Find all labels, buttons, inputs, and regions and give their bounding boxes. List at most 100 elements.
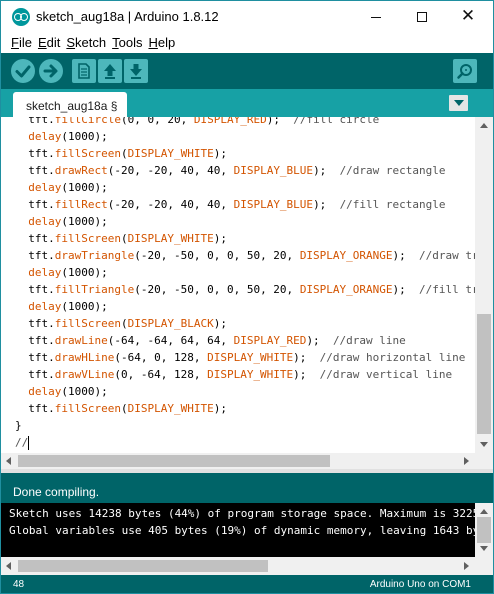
- new-sketch-button[interactable]: [72, 59, 96, 83]
- upload-arrow-icon: [43, 64, 58, 78]
- code-punctuation: );: [313, 198, 340, 211]
- minimize-button[interactable]: [353, 1, 399, 33]
- code-constant: DISPLAY_BLUE: [233, 164, 314, 177]
- code-function: delay: [28, 300, 62, 313]
- output-console[interactable]: Sketch uses 14238 bytes (44%) of program…: [1, 503, 475, 557]
- menu-tools-label: ools: [118, 35, 143, 50]
- magnifier-icon: [457, 64, 472, 79]
- code-object: tft.: [28, 164, 55, 177]
- tab-menu-dropdown-button[interactable]: [449, 95, 468, 111]
- code-line: tft.fillTriangle(-20, -50, 0, 0, 50, 20,…: [1, 281, 475, 298]
- editor-horizontal-scrollbar[interactable]: [1, 453, 475, 469]
- menu-help-mnemonic: H: [148, 35, 158, 50]
- menu-file[interactable]: File: [1, 33, 36, 53]
- editor-vertical-scroll-thumb[interactable]: [477, 314, 491, 434]
- code-object: tft.: [28, 334, 55, 347]
- scroll-down-arrow-icon[interactable]: [480, 546, 488, 551]
- code-constant: DISPLAY_RED: [233, 334, 307, 347]
- code-line: delay(1000);: [1, 264, 475, 281]
- tab-marker: §: [110, 99, 118, 113]
- code-punctuation: );: [306, 334, 333, 347]
- code-function: delay: [28, 385, 62, 398]
- console-vertical-scrollbar[interactable]: [475, 503, 493, 557]
- code-comment: //fill circle: [293, 117, 380, 126]
- menu-edit[interactable]: Edit: [38, 33, 64, 53]
- code-punctuation: );: [266, 117, 294, 126]
- code-line: delay(1000);: [1, 128, 475, 145]
- serial-monitor-button[interactable]: [453, 59, 477, 83]
- console-horizontal-scroll-thumb[interactable]: [18, 560, 268, 572]
- menu-edit-label: dit: [46, 35, 61, 50]
- scroll-right-arrow-icon[interactable]: [464, 457, 469, 465]
- code-arguments: (0, 0, 20,: [120, 117, 194, 126]
- code-function: fillScreen: [54, 402, 121, 415]
- code-function: fillCircle: [54, 117, 121, 126]
- scroll-up-arrow-icon[interactable]: [480, 123, 488, 128]
- editor-scroll-corner: [475, 453, 493, 469]
- menu-tools[interactable]: Tools: [112, 33, 146, 53]
- toolbar: [1, 53, 493, 89]
- line-number: 48: [13, 579, 25, 590]
- editor-vertical-scrollbar[interactable]: [475, 117, 493, 453]
- code-punctuation: );: [392, 283, 420, 296]
- code-line: tft.fillScreen(DISPLAY_WHITE);: [1, 400, 475, 417]
- upload-button[interactable]: [39, 59, 63, 83]
- maximize-button[interactable]: [399, 1, 445, 33]
- menu-file-label: ile: [18, 35, 32, 50]
- console-horizontal-scrollbar[interactable]: [1, 557, 475, 575]
- code-arguments: (1000);: [61, 181, 108, 194]
- board-port-info: Arduino Uno on COM1: [369, 579, 471, 590]
- tab-sketch[interactable]: sketch_aug18a §: [13, 92, 127, 117]
- code-constant: DISPLAY_WHITE: [207, 351, 294, 364]
- code-arguments: (0, -64, 128,: [114, 368, 208, 381]
- code-arguments: (-20, -20, 40, 40,: [107, 164, 234, 177]
- arduino-logo-icon: [12, 8, 30, 26]
- code-arguments: (1000);: [61, 266, 108, 279]
- code-arguments: (1000);: [61, 300, 108, 313]
- code-line: tft.drawRect(-20, -20, 40, 40, DISPLAY_B…: [1, 162, 475, 179]
- text-cursor: [28, 436, 30, 450]
- console-scroll-corner: [475, 557, 493, 575]
- scroll-left-arrow-icon[interactable]: [6, 562, 11, 570]
- code-line: }: [1, 417, 475, 434]
- code-punctuation: );: [213, 317, 227, 330]
- code-line: tft.fillRect(-20, -20, 40, 40, DISPLAY_B…: [1, 196, 475, 213]
- scroll-down-arrow-icon[interactable]: [480, 442, 488, 447]
- open-sketch-button[interactable]: [98, 59, 122, 83]
- menu-help[interactable]: Help: [148, 33, 179, 53]
- code-arguments: (-64, 0, 128,: [114, 351, 208, 364]
- close-button[interactable]: ✕: [445, 1, 491, 33]
- code-arguments: (: [120, 147, 128, 160]
- message-bar-divider[interactable]: [1, 469, 493, 473]
- code-function: drawTriangle: [54, 249, 135, 262]
- code-constant: DISPLAY_BLACK: [127, 317, 214, 330]
- code-function: fillScreen: [54, 232, 121, 245]
- verify-button[interactable]: [11, 59, 35, 83]
- code-function: delay: [28, 181, 62, 194]
- scroll-right-arrow-icon[interactable]: [464, 562, 469, 570]
- code-editor[interactable]: tft. fillCircle(0, 0, 20, DISPLAY_RED); /…: [1, 117, 493, 469]
- console-vertical-scroll-thumb[interactable]: [477, 517, 491, 543]
- code-object: tft.: [28, 147, 55, 160]
- editor-horizontal-scroll-thumb[interactable]: [18, 455, 330, 467]
- code-comment: //draw rectangle: [339, 164, 446, 177]
- menu-sketch[interactable]: Sketch: [66, 33, 110, 53]
- save-sketch-button[interactable]: [124, 59, 148, 83]
- scroll-up-arrow-icon[interactable]: [480, 509, 488, 514]
- code-arguments: (-20, -20, 40, 40,: [107, 198, 234, 211]
- code-text: tft. fillCircle(0, 0, 20, DISPLAY_RED); /…: [1, 117, 475, 451]
- menu-edit-mnemonic: E: [37, 35, 47, 50]
- code-object: }: [15, 419, 22, 432]
- code-function: delay: [28, 215, 62, 228]
- scroll-left-arrow-icon[interactable]: [6, 457, 11, 465]
- title-bar: sketch_aug18a | Arduino 1.8.12 ✕: [1, 1, 493, 33]
